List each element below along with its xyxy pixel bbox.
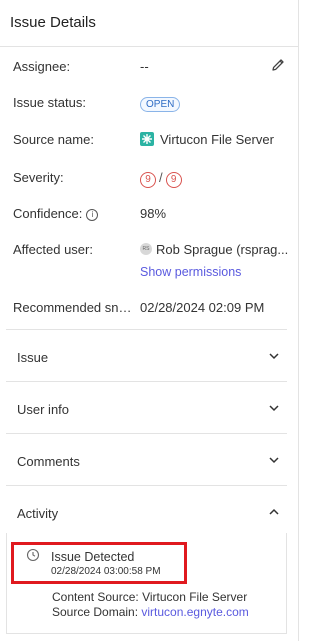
section-comments[interactable]: Comments — [6, 433, 287, 485]
chevron-up-icon — [269, 508, 279, 515]
section-user-info[interactable]: User info — [6, 381, 287, 433]
affected-user-row: Affected user: RS Rob Sprague (rsprag... — [13, 242, 293, 262]
issue-status-value-wrap: OPEN — [140, 95, 181, 112]
content-source-line: Content Source: Virtucon File Server — [52, 590, 247, 604]
affected-user-value[interactable]: Rob Sprague (rsprag... — [156, 242, 293, 257]
confidence-label: Confidence: — [13, 206, 83, 221]
chevron-down-icon — [269, 405, 279, 412]
section-activity[interactable]: Activity — [6, 485, 287, 533]
severity-badge-a: 9 — [140, 172, 156, 188]
source-name-label: Source name: — [13, 132, 94, 147]
source-domain-link[interactable]: virtucon.egnyte.com — [141, 605, 248, 619]
recommended-snapshot-row: Recommended sna... 02/28/2024 02:09 PM — [13, 300, 293, 320]
pencil-icon[interactable] — [270, 57, 286, 73]
issue-status-label: Issue status: — [13, 95, 86, 110]
show-permissions-link[interactable]: Show permissions — [140, 265, 241, 279]
assignee-value: -- — [140, 59, 149, 74]
avatar: RS — [140, 243, 152, 255]
content-source-label: Content Source: — [52, 590, 139, 604]
source-domain-line: Source Domain: virtucon.egnyte.com — [52, 605, 249, 619]
issue-details-panel: Issue Details Assignee: -- Issue status:… — [0, 0, 299, 641]
severity-label: Severity: — [13, 170, 64, 185]
activity-event-title: Issue Detected — [51, 550, 135, 564]
section-comments-label: Comments — [17, 454, 80, 469]
file-server-icon — [140, 132, 154, 146]
activity-event-time: 02/28/2024 03:00:58 PM — [51, 566, 161, 577]
severity-row: Severity: 9/9 — [13, 170, 293, 190]
clock-icon — [26, 548, 40, 562]
recommended-snapshot-label: Recommended sna... — [13, 300, 133, 315]
status-badge: OPEN — [140, 97, 181, 112]
panel-title: Issue Details — [10, 14, 96, 31]
severity-badge-b: 9 — [165, 172, 182, 188]
section-user-info-label: User info — [17, 402, 70, 417]
assignee-label: Assignee: — [13, 59, 71, 74]
assignee-row: Assignee: -- — [13, 59, 293, 79]
source-name-value: Virtucon File Server — [160, 132, 274, 147]
severity-separator: / — [159, 170, 163, 185]
chevron-down-icon — [269, 353, 279, 360]
section-activity-label: Activity — [17, 506, 59, 521]
source-domain-label: Source Domain: — [52, 605, 139, 619]
content-source-value: Virtucon File Server — [142, 590, 248, 604]
severity-value-wrap: 9/9 — [140, 170, 182, 188]
chevron-down-icon — [269, 457, 279, 464]
section-issue[interactable]: Issue — [6, 329, 287, 381]
affected-user-value-wrap: RS Rob Sprague (rsprag... — [140, 242, 293, 258]
panel-header: Issue Details — [0, 0, 299, 47]
issue-status-row: Issue status: OPEN — [13, 95, 293, 115]
source-name-row: Source name: Virtucon File Server — [13, 132, 293, 152]
section-issue-label: Issue — [17, 350, 49, 365]
source-name-value-wrap: Virtucon File Server — [140, 132, 290, 148]
confidence-value: 98% — [140, 206, 167, 221]
info-icon[interactable]: i — [86, 209, 99, 221]
confidence-label-wrap: Confidence: i — [13, 206, 99, 221]
recommended-snapshot-value: 02/28/2024 02:09 PM — [140, 300, 265, 315]
affected-user-label: Affected user: — [13, 242, 93, 257]
confidence-row: Confidence: i 98% — [13, 206, 293, 226]
